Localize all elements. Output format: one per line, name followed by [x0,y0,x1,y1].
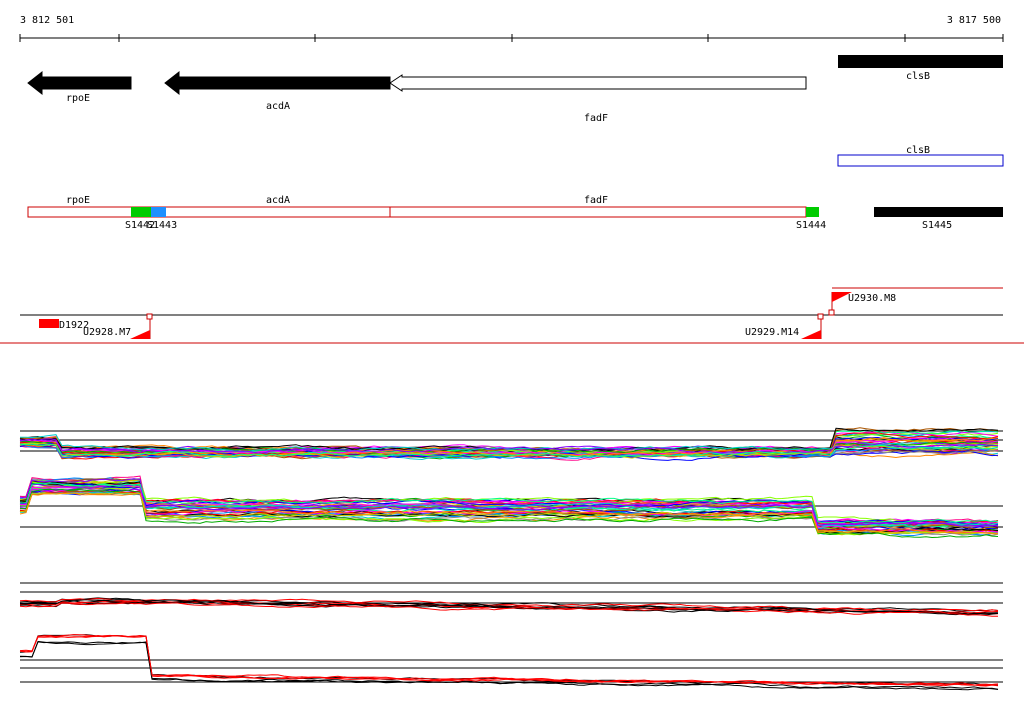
marker-label-U2929-M14: U2929.M14 [745,327,799,338]
gene-arrow-acdA[interactable] [164,70,391,96]
marker-D1922[interactable] [39,319,59,328]
marker-U2929-M14[interactable] [801,330,821,339]
marker-pin-head [146,313,153,320]
marker-pin-head [817,313,824,320]
gene-bar-clsB[interactable] [838,55,1003,68]
gene-label-clsB: clsB [906,71,930,82]
coordinate-end: 3 817 500 [947,15,1001,26]
genome-browser-view: 3 812 501 3 817 500 rpoE acdA fadF clsB … [0,15,1024,691]
marker-label-U2930-M8: U2930.M8 [848,293,896,304]
summary-track-2 [19,634,1003,691]
segment-S1442[interactable] [131,207,151,217]
expression-track-2 [19,475,1003,539]
marker-label-U2928-M7: U2928.M7 [83,327,131,338]
gene-label-rpoE: rpoE [66,93,90,104]
alt-feature-track: clsB [837,145,1004,167]
alt-feature-box[interactable] [837,154,1004,167]
transcript-track: rpoE acdA fadF S1442 S1443 S1444 S1445 [27,195,1003,231]
transcript-label-rpoE: rpoE [66,195,90,206]
summary-track-1 [19,582,1003,617]
segment-label-S1444: S1444 [796,220,826,231]
marker-track: D1922 U2928.M7 U2929.M14 U2930.M8 [0,287,1024,344]
gene-arrow-fadF[interactable] [389,74,807,92]
gene-track: rpoE acdA fadF clsB [27,55,1003,124]
marker-U2928-M7[interactable] [130,330,150,339]
transcript-label-fadF: fadF [584,195,608,206]
segment-S1443[interactable] [151,207,166,217]
transcript-label-acdA: acdA [266,195,290,206]
segment-S1445[interactable] [874,207,1003,217]
coordinate-start: 3 812 501 [20,15,74,26]
segment-label-S1443: S1443 [147,220,177,231]
alt-feature-label: clsB [906,145,930,156]
segment-S1444[interactable] [806,207,819,217]
gene-label-acdA: acdA [266,101,290,112]
segment-label-S1445: S1445 [922,220,952,231]
coordinate-ruler: 3 812 501 3 817 500 [19,15,1004,42]
expression-track-1 [19,427,1003,461]
gene-arrow-rpoE[interactable] [27,70,132,96]
marker-pin-head [828,309,835,316]
gene-label-fadF: fadF [584,113,608,124]
